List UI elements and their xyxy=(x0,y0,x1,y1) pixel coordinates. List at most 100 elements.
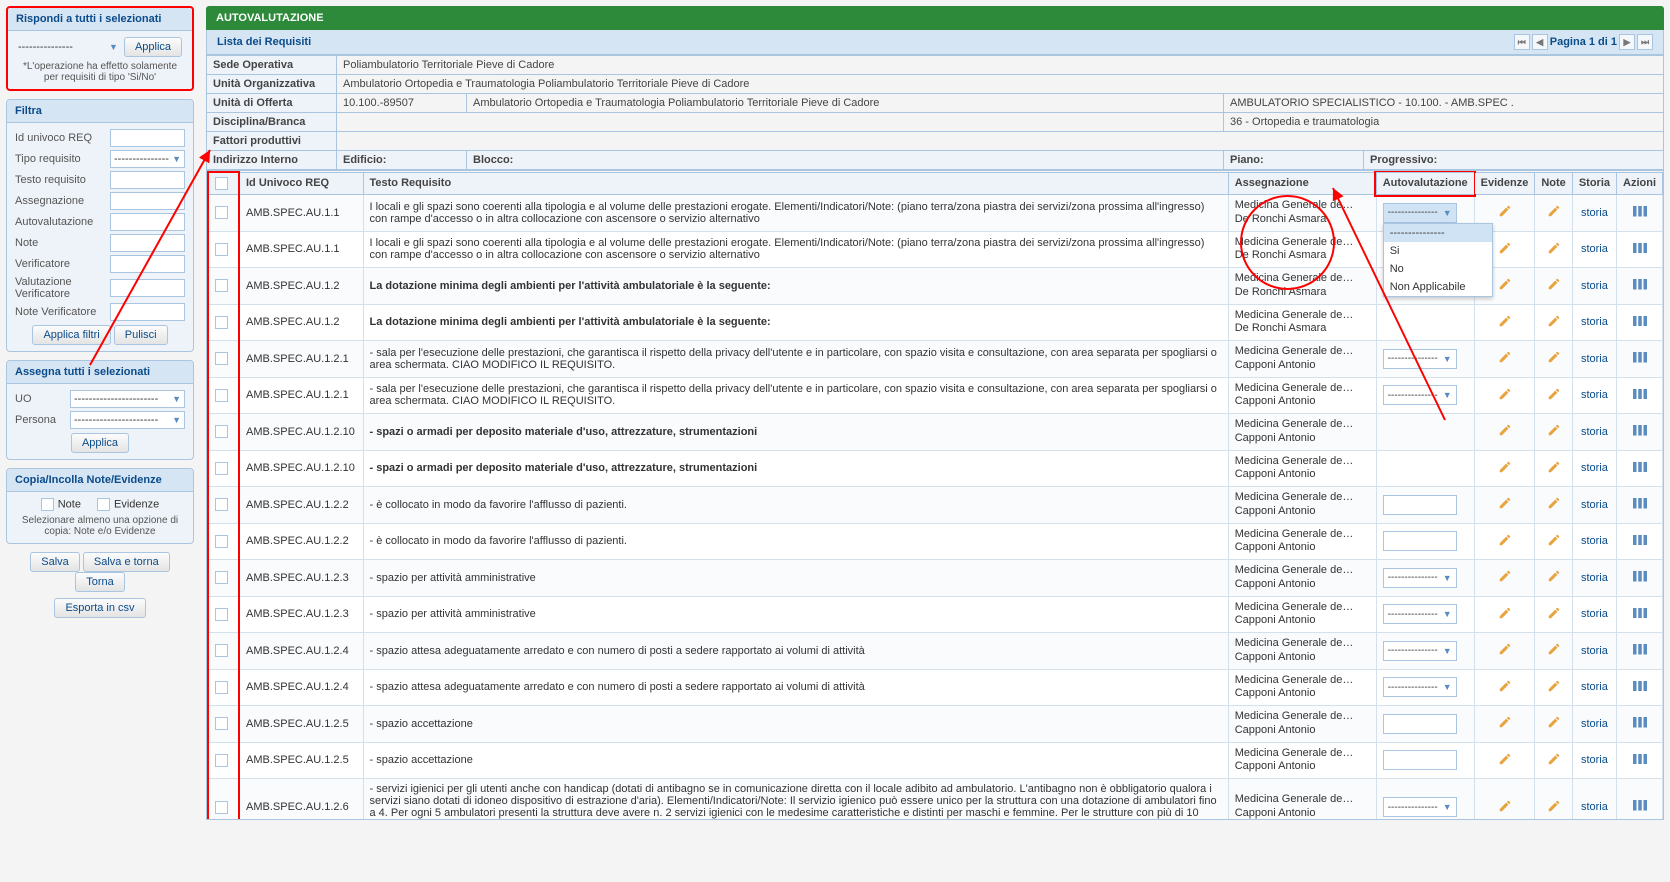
filter-tipo-select[interactable]: ---------------▼ xyxy=(110,150,185,168)
row-azioni-button[interactable] xyxy=(1617,633,1663,670)
row-autovalutazione[interactable]: ---------------▼ xyxy=(1376,341,1474,378)
row-note-button[interactable] xyxy=(1535,231,1572,268)
row-note-button[interactable] xyxy=(1535,414,1572,451)
row-evidenze-button[interactable] xyxy=(1474,304,1535,341)
row-azioni-button[interactable] xyxy=(1617,779,1663,821)
row-storia-link[interactable]: storia xyxy=(1572,669,1616,706)
row-storia-link[interactable]: storia xyxy=(1572,487,1616,524)
row-note-button[interactable] xyxy=(1535,596,1572,633)
row-note-button[interactable] xyxy=(1535,706,1572,743)
copy-note-check[interactable]: Note xyxy=(41,498,81,511)
back-button[interactable]: Torna xyxy=(75,572,125,592)
copy-evidenze-check[interactable]: Evidenze xyxy=(97,498,159,511)
row-checkbox[interactable] xyxy=(208,742,239,779)
row-autovalutazione[interactable] xyxy=(1376,523,1474,560)
row-note-button[interactable] xyxy=(1535,195,1572,232)
row-azioni-button[interactable] xyxy=(1617,195,1663,232)
row-azioni-button[interactable] xyxy=(1617,487,1663,524)
row-autovalutazione[interactable]: ---------------▼ xyxy=(1376,779,1474,821)
grid-header-checkbox[interactable] xyxy=(208,172,239,195)
filter-testo-input[interactable] xyxy=(110,171,185,189)
row-storia-link[interactable]: storia xyxy=(1572,231,1616,268)
row-storia-link[interactable]: storia xyxy=(1572,414,1616,451)
row-autovalutazione[interactable]: ---------------▼ xyxy=(1376,633,1474,670)
row-evidenze-button[interactable] xyxy=(1474,414,1535,451)
row-azioni-button[interactable] xyxy=(1617,377,1663,414)
row-azioni-button[interactable] xyxy=(1617,231,1663,268)
row-storia-link[interactable]: storia xyxy=(1572,268,1616,305)
row-checkbox[interactable] xyxy=(208,414,239,451)
row-note-button[interactable] xyxy=(1535,560,1572,597)
row-note-button[interactable] xyxy=(1535,341,1572,378)
row-checkbox[interactable] xyxy=(208,377,239,414)
row-evidenze-button[interactable] xyxy=(1474,560,1535,597)
row-evidenze-button[interactable] xyxy=(1474,596,1535,633)
row-note-button[interactable] xyxy=(1535,487,1572,524)
row-evidenze-button[interactable] xyxy=(1474,742,1535,779)
filter-id-input[interactable] xyxy=(110,129,185,147)
row-note-button[interactable] xyxy=(1535,523,1572,560)
respond-apply-button[interactable]: Applica xyxy=(124,37,182,57)
grid-header-testo[interactable]: Testo Requisito xyxy=(363,172,1228,195)
row-note-button[interactable] xyxy=(1535,742,1572,779)
row-checkbox[interactable] xyxy=(208,560,239,597)
row-azioni-button[interactable] xyxy=(1617,450,1663,487)
row-azioni-button[interactable] xyxy=(1617,706,1663,743)
row-autovalutazione[interactable]: ---------------▼ xyxy=(1376,669,1474,706)
row-storia-link[interactable]: storia xyxy=(1572,195,1616,232)
grid-header-autoval[interactable]: Autovalutazione xyxy=(1376,172,1474,195)
assign-persona-select[interactable]: -----------------------▼ xyxy=(70,411,185,429)
row-evidenze-button[interactable] xyxy=(1474,450,1535,487)
row-checkbox[interactable] xyxy=(208,633,239,670)
row-storia-link[interactable]: storia xyxy=(1572,560,1616,597)
row-storia-link[interactable]: storia xyxy=(1572,633,1616,670)
row-azioni-button[interactable] xyxy=(1617,414,1663,451)
row-storia-link[interactable]: storia xyxy=(1572,341,1616,378)
row-evidenze-button[interactable] xyxy=(1474,523,1535,560)
filter-valverif-input[interactable] xyxy=(110,279,185,297)
row-autovalutazione[interactable]: ---------------▼---------------SiNoNon A… xyxy=(1376,195,1474,232)
row-storia-link[interactable]: storia xyxy=(1572,742,1616,779)
dropdown-option-si[interactable]: Si xyxy=(1384,242,1492,260)
filter-apply-button[interactable]: Applica filtri xyxy=(32,325,110,345)
row-storia-link[interactable]: storia xyxy=(1572,596,1616,633)
pager-prev-icon[interactable]: ◀ xyxy=(1532,34,1548,50)
row-note-button[interactable] xyxy=(1535,268,1572,305)
row-checkbox[interactable] xyxy=(208,523,239,560)
dropdown-option-na[interactable]: Non Applicabile xyxy=(1384,278,1492,296)
grid-header-asseg[interactable]: Assegnazione xyxy=(1228,172,1376,195)
grid-header-note[interactable]: Note xyxy=(1535,172,1572,195)
row-autovalutazione[interactable] xyxy=(1376,706,1474,743)
row-storia-link[interactable]: storia xyxy=(1572,450,1616,487)
row-autovalutazione[interactable]: ---------------▼ xyxy=(1376,560,1474,597)
respond-select[interactable]: --------------- ▼ xyxy=(18,41,118,53)
row-storia-link[interactable]: storia xyxy=(1572,377,1616,414)
row-note-button[interactable] xyxy=(1535,633,1572,670)
filter-note-input[interactable] xyxy=(110,234,185,252)
grid-header-storia[interactable]: Storia xyxy=(1572,172,1616,195)
dropdown-option-no[interactable]: No xyxy=(1384,260,1492,278)
filter-clear-button[interactable]: Pulisci xyxy=(114,325,168,345)
row-autovalutazione[interactable] xyxy=(1376,742,1474,779)
grid-header-azioni[interactable]: Azioni xyxy=(1617,172,1663,195)
row-autovalutazione[interactable] xyxy=(1376,487,1474,524)
grid-header-id[interactable]: Id Univoco REQ xyxy=(239,172,363,195)
grid-header-evidenze[interactable]: Evidenze xyxy=(1474,172,1535,195)
row-azioni-button[interactable] xyxy=(1617,742,1663,779)
row-checkbox[interactable] xyxy=(208,231,239,268)
row-checkbox[interactable] xyxy=(208,268,239,305)
row-note-button[interactable] xyxy=(1535,377,1572,414)
filter-noteverif-input[interactable] xyxy=(110,303,185,321)
row-evidenze-button[interactable] xyxy=(1474,779,1535,821)
row-azioni-button[interactable] xyxy=(1617,560,1663,597)
filter-asseg-input[interactable] xyxy=(110,192,185,210)
row-azioni-button[interactable] xyxy=(1617,341,1663,378)
assign-uo-select[interactable]: -----------------------▼ xyxy=(70,390,185,408)
row-checkbox[interactable] xyxy=(208,341,239,378)
row-storia-link[interactable]: storia xyxy=(1572,706,1616,743)
row-checkbox[interactable] xyxy=(208,669,239,706)
filter-verif-input[interactable] xyxy=(110,255,185,273)
row-checkbox[interactable] xyxy=(208,779,239,821)
row-checkbox[interactable] xyxy=(208,596,239,633)
save-button[interactable]: Salva xyxy=(30,552,80,572)
